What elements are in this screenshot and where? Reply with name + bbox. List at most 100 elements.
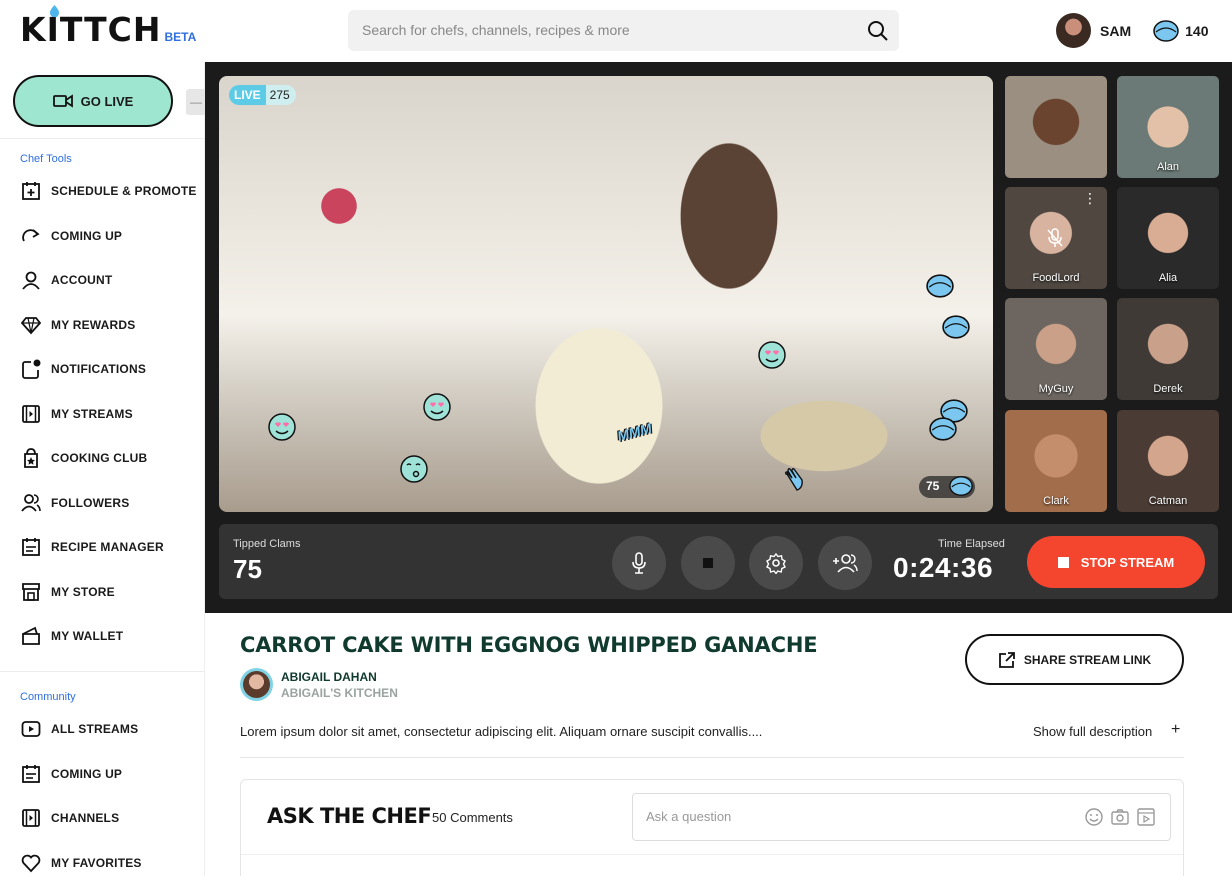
- club-icon: [20, 447, 42, 469]
- wallet-icon: [20, 625, 42, 647]
- divider: [0, 138, 205, 139]
- sidebar-item-schedule-promote[interactable]: SCHEDULE & PROMOTE: [20, 179, 197, 203]
- user-menu[interactable]: SAM 140: [1056, 13, 1208, 48]
- sidebar-item-community-coming-up[interactable]: COMING UP: [20, 762, 122, 786]
- collapse-sidebar-button[interactable]: —: [186, 89, 206, 115]
- emoji-icon[interactable]: [1084, 807, 1104, 832]
- clam-icon: [942, 315, 970, 339]
- divider: [240, 757, 1184, 758]
- sidebar-item-label: MY REWARDS: [51, 318, 136, 332]
- ask-question-input[interactable]: Ask a question: [632, 793, 1171, 841]
- participant-tile[interactable]: [1005, 76, 1107, 178]
- avatar[interactable]: [1056, 13, 1091, 48]
- chef-kitchen[interactable]: ABIGAIL'S KITCHEN: [281, 686, 398, 700]
- sidebar-item-followers[interactable]: FOLLOWERS: [20, 491, 129, 515]
- sidebar-item-account[interactable]: ACCOUNT: [20, 268, 112, 292]
- live-tag: LIVE: [229, 85, 266, 105]
- live-stage: LIVE 275 MMM 75 Alan ⋮ FoodLord Alia MyG…: [205, 62, 1232, 613]
- search-bar[interactable]: Search for chefs, channels, recipes & mo…: [348, 10, 899, 51]
- chef-name[interactable]: ABIGAIL DAHAN: [281, 670, 377, 684]
- show-full-description-link[interactable]: Show full description: [1033, 724, 1152, 739]
- calendar-icon: [20, 763, 42, 785]
- more-options-icon[interactable]: ⋮: [1083, 191, 1097, 205]
- sidebar-item-my-store[interactable]: MY STORE: [20, 580, 115, 604]
- stop-stream-button[interactable]: STOP STREAM: [1027, 536, 1205, 588]
- divider: [241, 854, 1183, 855]
- external-link-icon: [998, 651, 1015, 668]
- go-live-button[interactable]: GO LIVE: [13, 75, 173, 127]
- live-badge: LIVE 275: [229, 85, 296, 105]
- sidebar-item-label: ACCOUNT: [51, 273, 113, 287]
- sidebar-item-label: MY FAVORITES: [51, 856, 142, 870]
- settings-button[interactable]: [749, 536, 803, 590]
- participant-tile[interactable]: Catman: [1117, 410, 1219, 512]
- ask-question-placeholder: Ask a question: [646, 809, 732, 824]
- sidebar-item-my-streams[interactable]: MY STREAMS: [20, 402, 133, 426]
- clam-icon: [1153, 19, 1179, 42]
- mic-muted-icon: [1047, 228, 1063, 247]
- kittch-logo[interactable]: KITTCH BETA: [20, 5, 197, 48]
- participant-name: Clark: [1043, 495, 1069, 507]
- add-guest-button[interactable]: [818, 536, 872, 590]
- kiss-emoji-icon: [400, 455, 428, 483]
- participant-tile[interactable]: ⋮ FoodLord: [1005, 187, 1107, 289]
- participant-tile[interactable]: MyGuy: [1005, 298, 1107, 400]
- participant-tile[interactable]: Alia: [1117, 187, 1219, 289]
- top-header: KITTCH BETA Search for chefs, channels, …: [0, 0, 1232, 62]
- user-name[interactable]: SAM: [1100, 23, 1131, 39]
- stop-video-button[interactable]: [681, 536, 735, 590]
- clam-icon: [949, 476, 973, 496]
- calendar-plus-icon: [20, 180, 42, 202]
- stream-description: Lorem ipsum dolor sit amet, consectetur …: [240, 724, 763, 739]
- sidebar-item-coming-up[interactable]: COMING UP: [20, 224, 122, 248]
- divider: [0, 671, 205, 672]
- clap-emoji-icon: [784, 468, 803, 491]
- play-icon: [20, 718, 42, 740]
- sidebar-item-label: SCHEDULE & PROMOTE: [51, 184, 197, 198]
- stop-stream-label: STOP STREAM: [1080, 554, 1175, 570]
- flame-icon: [50, 5, 59, 17]
- share-stream-link-button[interactable]: SHARE STREAM LINK: [965, 634, 1184, 685]
- microphone-button[interactable]: [612, 536, 666, 590]
- store-icon: [20, 581, 42, 603]
- participant-tile[interactable]: Alan: [1117, 76, 1219, 178]
- sidebar-item-notifications[interactable]: NOTIFICATIONS: [20, 357, 146, 381]
- sidebar-item-channels[interactable]: CHANNELS: [20, 806, 119, 830]
- heart-eyes-emoji-icon: [423, 393, 451, 421]
- video-icon[interactable]: [1136, 807, 1156, 832]
- participant-tile[interactable]: Derek: [1117, 298, 1219, 400]
- clam-icon: [926, 274, 954, 298]
- viewer-count: 275: [269, 88, 290, 102]
- sidebar-item-my-wallet[interactable]: MY WALLET: [20, 624, 123, 648]
- video-camera-icon: [52, 94, 73, 108]
- sidebar-item-label: FOLLOWERS: [51, 496, 130, 510]
- participant-tile[interactable]: Clark: [1005, 410, 1107, 512]
- community-heading: Community: [20, 691, 76, 703]
- beta-badge: BETA: [164, 30, 197, 44]
- heart-icon: [20, 852, 42, 874]
- sidebar-item-label: NOTIFICATIONS: [51, 362, 147, 376]
- sidebar-item-all-streams[interactable]: ALL STREAMS: [20, 717, 138, 741]
- mmm-sticker: MMM: [615, 419, 654, 445]
- camera-icon[interactable]: [1110, 807, 1130, 832]
- sidebar-item-recipe-manager[interactable]: RECIPE MANAGER: [20, 535, 164, 559]
- participant-name: MyGuy: [1038, 383, 1074, 395]
- main-video[interactable]: LIVE 275 MMM 75: [219, 76, 993, 512]
- heart-eyes-emoji-icon: [268, 413, 296, 441]
- forward-icon: [20, 225, 42, 247]
- chef-avatar[interactable]: [240, 668, 273, 701]
- tipped-clams-value: 75: [233, 554, 262, 584]
- stop-icon: [703, 558, 713, 568]
- input-attachments: [1078, 807, 1156, 832]
- sidebar-item-my-rewards[interactable]: MY REWARDS: [20, 313, 135, 337]
- search-input[interactable]: Search for chefs, channels, recipes & mo…: [362, 22, 630, 38]
- expand-plus-icon[interactable]: +: [1171, 721, 1180, 739]
- sidebar-item-label: MY STORE: [51, 585, 115, 599]
- tip-counter-value: 75: [926, 479, 940, 493]
- sidebar-item-label: CHANNELS: [51, 811, 120, 825]
- ask-the-chef-title: ASK THE CHEF: [267, 804, 432, 828]
- sidebar-item-cooking-club[interactable]: COOKING CLUB: [20, 446, 147, 470]
- stream-title: CARROT CAKE WITH EGGNOG WHIPPED GANACHE: [240, 633, 818, 657]
- sidebar-item-my-favorites[interactable]: MY FAVORITES: [20, 851, 142, 875]
- search-icon[interactable]: [867, 20, 889, 42]
